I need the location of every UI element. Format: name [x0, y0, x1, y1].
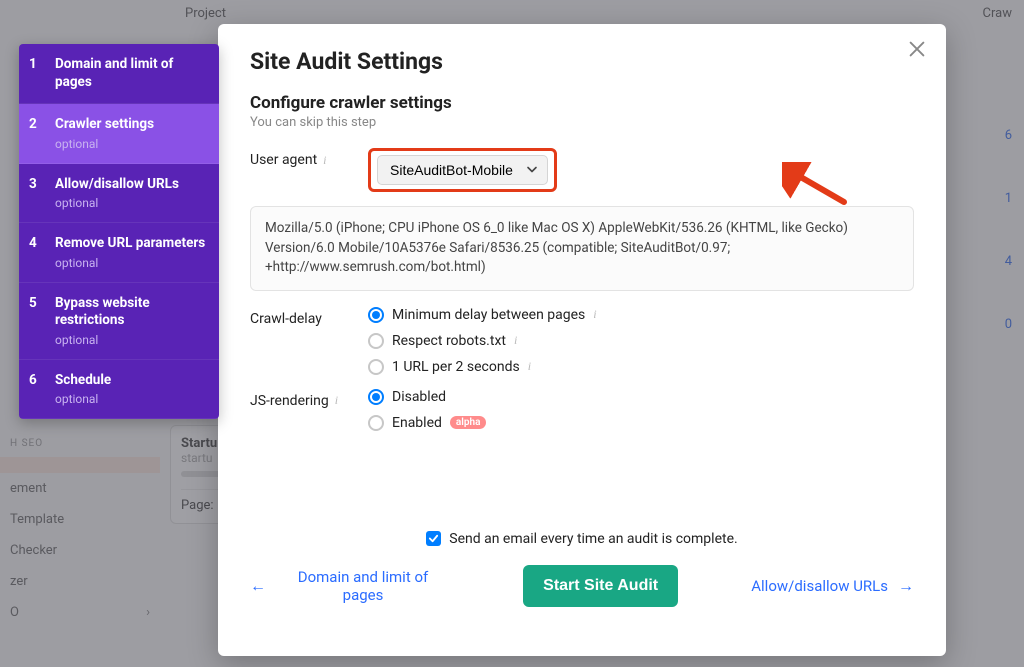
- crawl-delay-row: Crawl-delay Minimum delay between pages …: [250, 307, 914, 375]
- wizard-step-5[interactable]: 5 Bypass website restrictions optional: [19, 283, 219, 360]
- close-icon: [906, 38, 928, 60]
- send-email-row: Send an email every time an audit is com…: [250, 531, 914, 547]
- wizard-step-3[interactable]: 3 Allow/disallow URLs optional: [19, 164, 219, 224]
- js-option-disabled[interactable]: Disabled: [368, 389, 486, 405]
- info-icon[interactable]: i: [528, 359, 531, 374]
- radio-icon: [368, 389, 384, 405]
- annotation-highlight: SiteAuditBot-Mobile: [368, 148, 557, 192]
- info-icon[interactable]: i: [514, 333, 517, 348]
- js-rendering-label: JS-rendering i: [250, 389, 368, 409]
- start-site-audit-button[interactable]: Start Site Audit: [523, 565, 678, 607]
- check-icon: [428, 533, 439, 544]
- crawl-delay-option-1per2[interactable]: 1 URL per 2 seconds i: [368, 359, 597, 375]
- wizard-step-2[interactable]: 2 Crawler settings optional: [19, 104, 219, 164]
- user-agent-row: User agent i SiteAuditBot-Mobile: [250, 148, 914, 192]
- next-step-link[interactable]: Allow/disallow URLs →: [751, 576, 914, 596]
- send-email-checkbox[interactable]: [426, 531, 441, 546]
- radio-icon: [368, 359, 384, 375]
- arrow-right-icon: →: [898, 576, 914, 596]
- info-icon[interactable]: i: [593, 307, 596, 322]
- info-icon[interactable]: i: [323, 153, 326, 168]
- radio-icon: [368, 333, 384, 349]
- modal-title: Site Audit Settings: [250, 48, 914, 75]
- crawl-delay-option-robots[interactable]: Respect robots.txt i: [368, 333, 597, 349]
- radio-icon: [368, 415, 384, 431]
- wizard-step-6[interactable]: 6 Schedule optional: [19, 360, 219, 420]
- arrow-left-icon: ←: [250, 576, 266, 596]
- crawl-delay-label: Crawl-delay: [250, 307, 368, 327]
- wizard-footer-nav: ← Domain and limit of pages Start Site A…: [250, 565, 914, 607]
- prev-step-link[interactable]: ← Domain and limit of pages: [250, 568, 450, 604]
- site-audit-settings-modal: Site Audit Settings Configure crawler se…: [218, 24, 946, 656]
- user-agent-select[interactable]: SiteAuditBot-Mobile: [377, 155, 548, 185]
- js-rendering-row: JS-rendering i Disabled Enabled alpha: [250, 389, 914, 431]
- close-button[interactable]: [906, 38, 930, 62]
- wizard-steps-sidebar: 1 Domain and limit of pages 2 Crawler se…: [19, 44, 219, 419]
- crawl-delay-option-minimum[interactable]: Minimum delay between pages i: [368, 307, 597, 323]
- wizard-step-4[interactable]: 4 Remove URL parameters optional: [19, 223, 219, 283]
- info-icon[interactable]: i: [335, 393, 338, 408]
- radio-icon: [368, 307, 384, 323]
- user-agent-label: User agent i: [250, 148, 368, 168]
- modal-subtitle: Configure crawler settings: [250, 93, 914, 113]
- alpha-badge: alpha: [450, 416, 487, 429]
- js-option-enabled[interactable]: Enabled alpha: [368, 415, 486, 431]
- wizard-step-1[interactable]: 1 Domain and limit of pages: [19, 44, 219, 104]
- skip-text: You can skip this step: [250, 115, 914, 130]
- user-agent-string-display: Mozilla/5.0 (iPhone; CPU iPhone OS 6_0 l…: [250, 206, 914, 291]
- send-email-label: Send an email every time an audit is com…: [449, 531, 737, 547]
